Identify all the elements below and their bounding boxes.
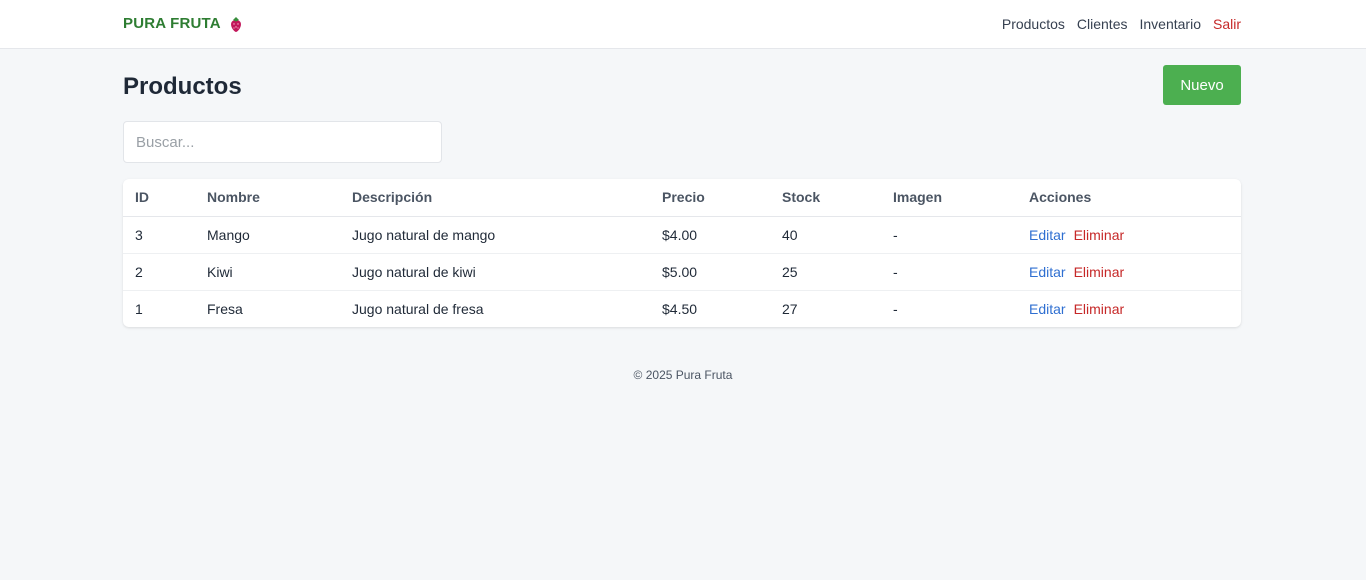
main-nav: Productos Clientes Inventario Salir bbox=[1002, 16, 1241, 32]
edit-link[interactable]: Editar bbox=[1029, 227, 1066, 243]
cell-stock: 27 bbox=[782, 300, 798, 317]
footer-copyright: © 2025 Pura Fruta bbox=[633, 368, 733, 382]
table-header-row: ID Nombre Descripción Precio Stock Image… bbox=[123, 179, 1241, 217]
cell-price: $5.00 bbox=[650, 253, 770, 291]
cell-name: Kiwi bbox=[195, 253, 340, 291]
cell-id: 2 bbox=[123, 253, 195, 291]
cell-price: $4.50 bbox=[662, 300, 698, 317]
nav-link-clientes[interactable]: Clientes bbox=[1077, 16, 1128, 32]
products-table: ID Nombre Descripción Precio Stock Image… bbox=[123, 179, 1241, 327]
column-header-acciones: Acciones bbox=[1017, 179, 1241, 217]
cell-price: $4.00 bbox=[650, 216, 770, 254]
column-header-descripcion: Descripción bbox=[340, 179, 650, 217]
products-table-card: ID Nombre Descripción Precio Stock Image… bbox=[123, 179, 1241, 327]
page-title: Productos bbox=[123, 73, 242, 100]
delete-link[interactable]: Eliminar bbox=[1074, 264, 1125, 280]
cell-name: Mango bbox=[195, 216, 340, 254]
cell-image: - bbox=[881, 216, 1017, 254]
cell-description: Jugo natural de kiwi bbox=[340, 253, 650, 291]
cell-stock: 40 bbox=[770, 216, 881, 254]
cell-description: Jugo natural de mango bbox=[340, 216, 650, 254]
edit-link[interactable]: Editar bbox=[1029, 264, 1066, 280]
cell-image: - bbox=[881, 253, 1017, 291]
column-header-id: ID bbox=[123, 179, 195, 217]
column-header-imagen: Imagen bbox=[881, 179, 1017, 217]
cell-id: 1 bbox=[135, 300, 143, 317]
strawberry-icon bbox=[230, 16, 241, 32]
footer: © 2025 Pura Fruta bbox=[0, 368, 1366, 382]
cell-stock: 25 bbox=[770, 253, 881, 291]
delete-link[interactable]: Eliminar bbox=[1074, 301, 1125, 317]
table-row: 1 Fresa Jugo natural de fresa $4.50 27 -… bbox=[123, 290, 1241, 327]
column-header-nombre: Nombre bbox=[195, 179, 340, 217]
delete-link[interactable]: Eliminar bbox=[1074, 227, 1125, 243]
top-navbar: PURA FRUTA Productos Clientes Inventario… bbox=[0, 0, 1366, 49]
cell-actions: Editar Eliminar bbox=[1017, 290, 1241, 327]
column-header-stock: Stock bbox=[770, 179, 881, 217]
cell-description: Jugo natural de fresa bbox=[352, 300, 484, 317]
cell-image: - bbox=[893, 300, 898, 317]
cell-id: 3 bbox=[123, 216, 195, 254]
table-row: 2 Kiwi Jugo natural de kiwi $5.00 25 - E… bbox=[123, 253, 1241, 291]
cell-actions: Editar Eliminar bbox=[1017, 216, 1241, 254]
brand-name: PURA FRUTA bbox=[123, 15, 221, 32]
brand-logo[interactable]: PURA FRUTA bbox=[123, 15, 243, 32]
nav-link-productos[interactable]: Productos bbox=[1002, 16, 1065, 32]
logout-link[interactable]: Salir bbox=[1213, 16, 1241, 32]
new-product-button[interactable]: Nuevo bbox=[1163, 65, 1241, 105]
nav-link-inventario[interactable]: Inventario bbox=[1140, 16, 1201, 32]
cell-actions: Editar Eliminar bbox=[1017, 253, 1241, 291]
table-row: 3 Mango Jugo natural de mango $4.00 40 -… bbox=[123, 216, 1241, 254]
column-header-precio: Precio bbox=[650, 179, 770, 217]
edit-link[interactable]: Editar bbox=[1029, 301, 1066, 317]
cell-name: Fresa bbox=[207, 300, 243, 317]
search-input[interactable] bbox=[123, 121, 442, 163]
